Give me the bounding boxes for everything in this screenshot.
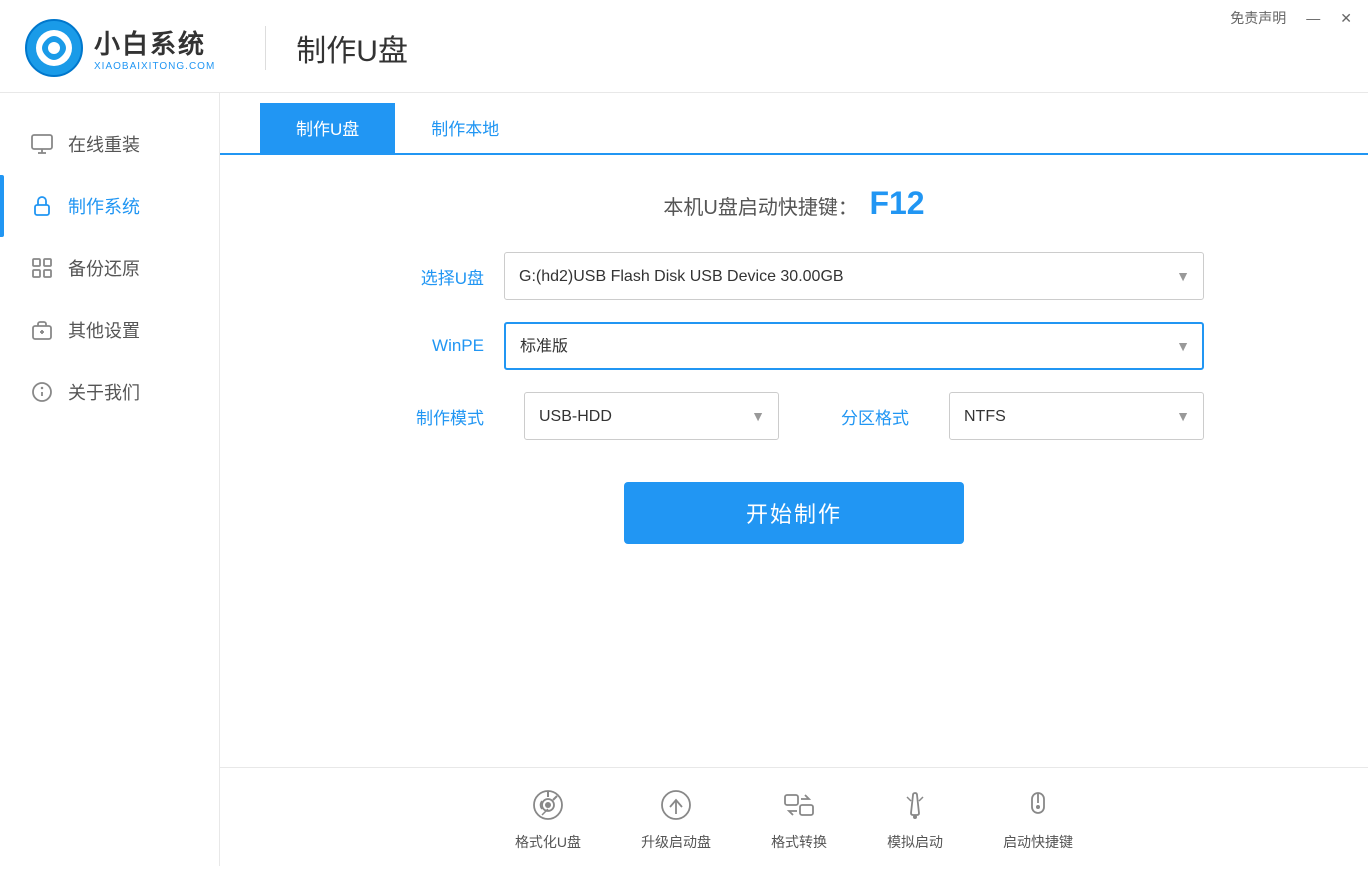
usb-label: 选择U盘: [384, 264, 484, 289]
shortcut-hint: 本机U盘启动快捷键： F12: [663, 185, 924, 222]
briefcase-icon: [30, 318, 54, 342]
tab-bar: 制作U盘 制作本地: [220, 103, 1368, 155]
tab-make-usb[interactable]: 制作U盘: [260, 103, 395, 155]
toolbar-label: 启动快捷键: [1003, 832, 1073, 852]
mode-partition-row: 制作模式 USB-HDD ▼ 分区格式 NTFS ▼: [384, 392, 1204, 440]
partition-select-wrapper: NTFS ▼: [949, 392, 1204, 440]
upload-icon: [657, 786, 695, 824]
usb-select-row: 选择U盘 G:(hd2)USB Flash Disk USB Device 30…: [384, 252, 1204, 300]
winpe-label: WinPE: [384, 336, 484, 356]
mouse-icon: [1019, 786, 1057, 824]
logo-text: 小白系统 XIAOBAIXITONG.COM: [94, 24, 215, 72]
main-layout: 在线重装 制作系统 备份还原: [0, 93, 1368, 866]
tab-make-local[interactable]: 制作本地: [395, 103, 535, 155]
sidebar-item-make-system[interactable]: 制作系统: [0, 175, 219, 237]
winpe-select-row: WinPE 标准版 ▼: [384, 322, 1204, 370]
content-area: 制作U盘 制作本地 本机U盘启动快捷键： F12 选择U盘 G:(hd2)USB: [220, 93, 1368, 866]
winpe-select-wrapper: 标准版 ▼: [504, 322, 1204, 370]
toolbar-item-upgrade-boot[interactable]: 升级启动盘: [641, 786, 711, 852]
toolbar-label: 格式化U盘: [515, 832, 581, 852]
content-body: 本机U盘启动快捷键： F12 选择U盘 G:(hd2)USB Flash Dis…: [220, 155, 1368, 767]
sidebar-item-online-reinstall[interactable]: 在线重装: [0, 113, 219, 175]
shortcut-text: 本机U盘启动快捷键：: [663, 197, 857, 219]
sidebar-item-label: 制作系统: [68, 193, 140, 219]
mode-label: 制作模式: [384, 404, 484, 429]
form-section: 选择U盘 G:(hd2)USB Flash Disk USB Device 30…: [384, 252, 1204, 462]
mode-select-wrapper: USB-HDD ▼: [524, 392, 779, 440]
sidebar-item-label: 备份还原: [68, 255, 140, 281]
monitor-icon: [30, 132, 54, 156]
bottom-toolbar: 格式化U盘 升级启动盘: [220, 767, 1368, 866]
logo-area: 小白系统 XIAOBAIXITONG.COM: [24, 18, 215, 78]
info-icon: [30, 380, 54, 404]
sidebar-item-label: 关于我们: [68, 379, 140, 405]
toolbar-item-format-usb[interactable]: 格式化U盘: [515, 786, 581, 852]
usb-select-control: G:(hd2)USB Flash Disk USB Device 30.00GB…: [504, 252, 1204, 300]
logo-title: 小白系统: [94, 24, 215, 61]
sidebar-item-about-us[interactable]: 关于我们: [0, 361, 219, 423]
simulate-icon: [896, 786, 934, 824]
partition-label: 分区格式: [819, 404, 909, 429]
usb-select[interactable]: G:(hd2)USB Flash Disk USB Device 30.00GB: [504, 252, 1204, 300]
winpe-select[interactable]: 标准版: [504, 322, 1204, 370]
toolbar-item-boot-shortcut[interactable]: 启动快捷键: [1003, 786, 1073, 852]
toolbar-label: 升级启动盘: [641, 832, 711, 852]
start-button[interactable]: 开始制作: [624, 482, 964, 544]
shortcut-key: F12: [869, 185, 924, 221]
app-logo-icon: [24, 18, 84, 78]
convert-icon: [780, 786, 818, 824]
toolbar-item-format-convert[interactable]: 格式转换: [771, 786, 827, 852]
winpe-select-control: 标准版 ▼: [504, 322, 1204, 370]
header: 小白系统 XIAOBAIXITONG.COM 制作U盘: [0, 0, 1368, 93]
toolbar-label: 格式转换: [771, 832, 827, 852]
titlebar: 免责声明 — ✕: [1214, 0, 1368, 36]
disclaimer-link[interactable]: 免责声明: [1230, 8, 1286, 28]
close-button[interactable]: ✕: [1340, 10, 1352, 27]
lock-icon: [30, 194, 54, 218]
mode-select[interactable]: USB-HDD: [524, 392, 779, 440]
page-title: 制作U盘: [265, 26, 408, 70]
minimize-button[interactable]: —: [1306, 10, 1320, 26]
partition-select[interactable]: NTFS: [949, 392, 1204, 440]
grid-icon: [30, 256, 54, 280]
toolbar-item-simulate-boot[interactable]: 模拟启动: [887, 786, 943, 852]
usb-select-wrapper: G:(hd2)USB Flash Disk USB Device 30.00GB…: [504, 252, 1204, 300]
sidebar-item-other-settings[interactable]: 其他设置: [0, 299, 219, 361]
toolbar-label: 模拟启动: [887, 832, 943, 852]
sidebar-item-backup-restore[interactable]: 备份还原: [0, 237, 219, 299]
sidebar: 在线重装 制作系统 备份还原: [0, 93, 220, 866]
logo-subtitle: XIAOBAIXITONG.COM: [94, 61, 215, 72]
format-icon: [529, 786, 567, 824]
sidebar-item-label: 在线重装: [68, 131, 140, 157]
sidebar-item-label: 其他设置: [68, 317, 140, 343]
